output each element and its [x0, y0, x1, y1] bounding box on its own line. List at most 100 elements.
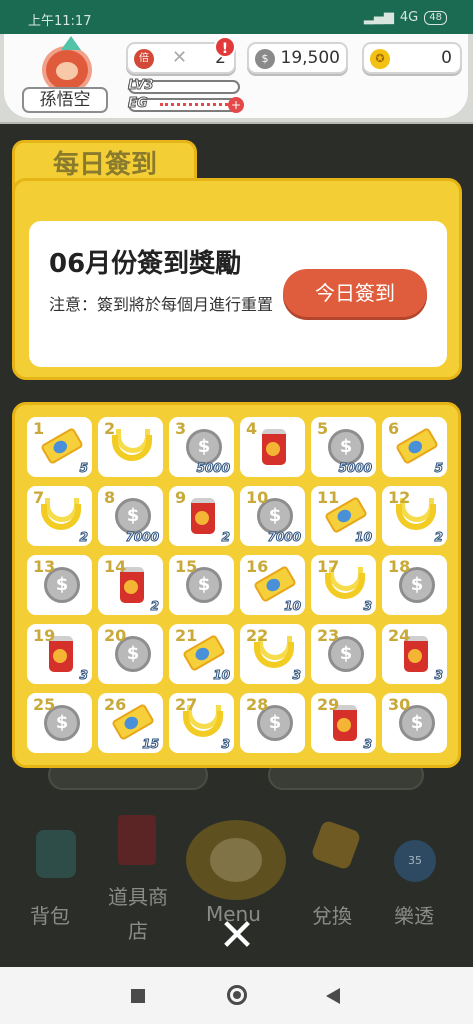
multiplier-icon: 倍: [134, 49, 154, 69]
signin-card: 每日簽到 06月份簽到獎勵 注意：簽到將於每個月進行重置 今日簽到: [12, 140, 462, 380]
reward-quantity: 10: [284, 599, 302, 614]
reward-quantity: 5000: [196, 461, 230, 476]
reward-cell-day-29[interactable]: 29 3: [311, 693, 376, 753]
status-icons: ▂▄▆ 4G 48: [364, 10, 447, 25]
monkey-face-icon: [56, 62, 78, 80]
signin-today-button[interactable]: 今日簽到: [283, 269, 427, 317]
gold-coin-icon: ✪: [370, 49, 390, 69]
reward-day-number: 8: [104, 488, 116, 507]
reward-day-number: 6: [388, 419, 400, 438]
reward-cell-day-19[interactable]: 19 3: [27, 624, 92, 684]
reward-cell-day-10[interactable]: 10 $7000: [240, 486, 305, 546]
reward-quantity: 2: [150, 599, 159, 614]
reward-cell-day-18[interactable]: 18 $: [382, 555, 447, 615]
profile-panel: 孫悟空 倍 ✕ 2 ! $ 19,500 ✪ 0 LV3 EG +: [4, 34, 468, 118]
reward-cell-day-17[interactable]: 17 3: [311, 555, 376, 615]
silver-coin-icon: $: [186, 429, 222, 465]
banana-icon: [183, 711, 223, 737]
menu-exchange: 兌換: [312, 904, 352, 928]
reward-cell-day-6[interactable]: 65: [382, 417, 447, 477]
reward-cell-day-4[interactable]: 4: [240, 417, 305, 477]
multiply-icon: ✕: [172, 47, 188, 68]
reward-cell-day-11[interactable]: 11 10: [311, 486, 376, 546]
reward-day-number: 2: [104, 419, 116, 438]
reward-cell-day-30[interactable]: 30 $: [382, 693, 447, 753]
reward-quantity: 3: [363, 599, 372, 614]
recent-apps-icon[interactable]: [131, 989, 145, 1003]
eg-label: EG: [128, 96, 149, 112]
reward-day-number: 27: [175, 695, 198, 714]
reward-cell-day-8[interactable]: 8 $7000: [98, 486, 163, 546]
reward-cell-day-9[interactable]: 92: [169, 486, 234, 546]
reward-quantity: 2: [434, 530, 443, 545]
eg-plus-icon[interactable]: +: [228, 97, 244, 113]
reward-cell-day-28[interactable]: 28 $: [240, 693, 305, 753]
reward-quantity: 3: [79, 668, 88, 683]
reward-day-number: 28: [246, 695, 269, 714]
drink-can-icon: [262, 429, 286, 465]
reward-cell-day-16[interactable]: 16 10: [240, 555, 305, 615]
reward-day-number: 29: [317, 695, 340, 714]
reward-day-number: 17: [317, 557, 340, 576]
lotto-ball-icon: 35: [394, 840, 436, 882]
reward-cell-day-23[interactable]: 23 $: [311, 624, 376, 684]
backpack-icon: [36, 830, 76, 878]
reward-quantity: 3: [363, 737, 372, 752]
signal-icon: ▂▄▆: [363, 10, 394, 25]
banana-icon: [325, 573, 365, 599]
reward-cell-day-15[interactable]: 15 $: [169, 555, 234, 615]
reward-day-number: 11: [317, 488, 340, 507]
reward-quantity: 7000: [125, 530, 159, 545]
monkey-menu-icon: [186, 820, 286, 900]
banana-icon: [396, 504, 436, 530]
silver-coin-pill[interactable]: $ 19,500: [247, 42, 348, 74]
reward-cell-day-13[interactable]: 13 $: [27, 555, 92, 615]
back-icon[interactable]: [326, 988, 340, 1004]
silver-coin-icon: $: [255, 49, 275, 69]
reward-cell-day-3[interactable]: 3 $5000: [169, 417, 234, 477]
reward-day-number: 5: [317, 419, 329, 438]
reward-cell-day-26[interactable]: 26 15: [98, 693, 163, 753]
reward-cell-day-12[interactable]: 12 2: [382, 486, 447, 546]
reward-day-number: 15: [175, 557, 198, 576]
reward-cell-day-1[interactable]: 15: [27, 417, 92, 477]
reward-quantity: 7000: [267, 530, 301, 545]
home-icon[interactable]: [227, 985, 247, 1005]
alert-badge[interactable]: !: [214, 36, 236, 58]
reward-cell-day-21[interactable]: 21 10: [169, 624, 234, 684]
username: 孫悟空: [22, 87, 108, 113]
shop-icon: [118, 815, 156, 865]
gold-coin-value: 0: [441, 48, 452, 68]
reward-day-number: 30: [388, 695, 411, 714]
signin-title: 06月份簽到獎勵: [49, 249, 242, 279]
reward-day-number: 3: [175, 419, 187, 438]
reward-cell-day-5[interactable]: 5 $5000: [311, 417, 376, 477]
reward-cell-day-7[interactable]: 72: [27, 486, 92, 546]
reward-quantity: 3: [292, 668, 301, 683]
reward-cell-day-20[interactable]: 20 $: [98, 624, 163, 684]
reward-day-number: 10: [246, 488, 269, 507]
reward-cell-day-24[interactable]: 24 3: [382, 624, 447, 684]
close-button[interactable]: ✕: [216, 914, 258, 958]
reward-quantity: 5: [434, 461, 443, 476]
battery-icon: 48: [424, 10, 447, 25]
reward-day-number: 23: [317, 626, 340, 645]
reward-day-number: 18: [388, 557, 411, 576]
menu-lotto: 樂透: [394, 904, 434, 928]
reward-cell-day-2[interactable]: 2: [98, 417, 163, 477]
reward-day-number: 16: [246, 557, 269, 576]
gold-coin-pill[interactable]: ✪ 0: [362, 42, 462, 74]
level-bar: LV3: [128, 78, 240, 94]
reward-cell-day-25[interactable]: 25 $: [27, 693, 92, 753]
avatar-hat-icon: [61, 36, 81, 50]
drink-can-icon: [191, 498, 215, 534]
reward-day-number: 26: [104, 695, 127, 714]
banana-icon: [254, 642, 294, 668]
reward-cell-day-14[interactable]: 14 2: [98, 555, 163, 615]
reward-cell-day-27[interactable]: 27 3: [169, 693, 234, 753]
top-bar: 孫悟空 倍 ✕ 2 ! $ 19,500 ✪ 0 LV3 EG +: [0, 34, 473, 124]
reward-cell-day-22[interactable]: 22 3: [240, 624, 305, 684]
reward-day-number: 25: [33, 695, 56, 714]
network-label: 4G: [399, 10, 419, 25]
menu-bag: 背包: [30, 904, 70, 928]
